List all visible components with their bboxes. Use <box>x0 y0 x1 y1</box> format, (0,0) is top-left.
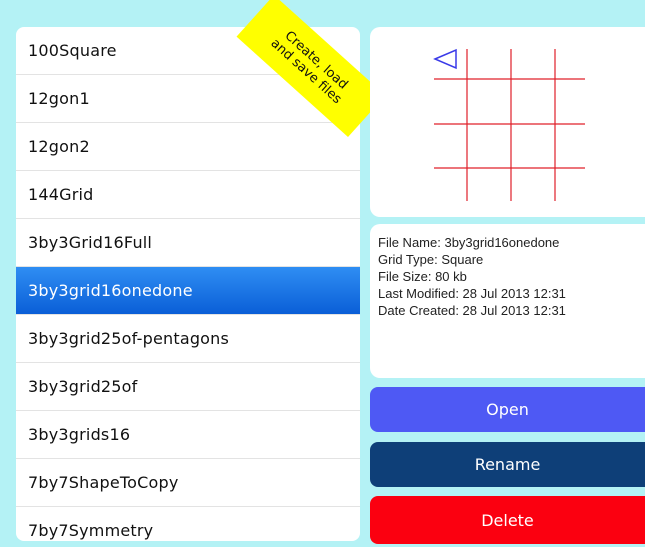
file-item[interactable]: 3by3Grid16Full <box>16 219 360 267</box>
triangle-left-outline-icon <box>433 48 457 70</box>
last-modified: Last Modified: 28 Jul 2013 12:31 <box>378 286 566 301</box>
date-created: Date Created: 28 Jul 2013 12:31 <box>378 303 566 318</box>
file-list[interactable]: 100Square 12gon1 12gon2 144Grid 3by3Grid… <box>16 27 360 541</box>
file-item[interactable]: 3by3grids16 <box>16 411 360 459</box>
open-button[interactable]: Open <box>370 387 645 432</box>
file-item[interactable]: 7by7Symmetry <box>16 507 360 541</box>
file-item-selected[interactable]: 3by3grid16onedone <box>16 267 360 315</box>
file-item[interactable]: 144Grid <box>16 171 360 219</box>
file-name: File Name: 3by3grid16onedone <box>378 235 560 250</box>
grid-preview-drawing <box>433 48 585 201</box>
delete-button[interactable]: Delete <box>370 496 645 544</box>
rename-button[interactable]: Rename <box>370 442 645 487</box>
file-item[interactable]: 7by7ShapeToCopy <box>16 459 360 507</box>
file-size: File Size: 80 kb <box>378 269 467 284</box>
grid-type: Grid Type: Square <box>378 252 484 267</box>
file-info-panel: File Name: 3by3grid16onedone Grid Type: … <box>370 224 645 378</box>
file-item[interactable]: 3by3grid25of-pentagons <box>16 315 360 363</box>
file-item[interactable]: 12gon2 <box>16 123 360 171</box>
file-item[interactable]: 3by3grid25of <box>16 363 360 411</box>
grid-preview <box>370 27 645 217</box>
